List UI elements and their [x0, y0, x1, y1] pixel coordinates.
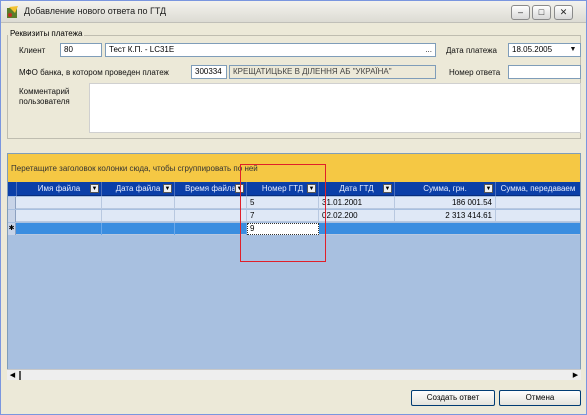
row-indicator[interactable] — [8, 197, 16, 209]
scroll-thumb[interactable] — [19, 371, 21, 380]
column-header-label: Имя файла — [37, 184, 81, 193]
minimize-button[interactable]: – — [511, 5, 530, 20]
column-header-file-date[interactable]: Дата файла ▼ — [102, 182, 175, 196]
scroll-left-icon[interactable]: ◀ — [7, 370, 18, 381]
row-indicator[interactable] — [8, 210, 16, 222]
cell-file-time[interactable] — [175, 210, 247, 222]
column-header-sum-transferred[interactable]: Сумма, передаваем — [496, 182, 580, 196]
app-icon — [7, 6, 18, 18]
cell-sum[interactable]: 186 001.54 — [395, 197, 496, 209]
cell-file-date[interactable] — [102, 210, 175, 222]
bank-label: МФО банка, в котором проведен платеж — [19, 68, 169, 77]
client-name-field[interactable]: Тест К.П. - LC31E ... — [105, 43, 436, 57]
highlight-box — [240, 164, 326, 262]
bank-name-field: КРЕЩАТИЦЬКЕ В ДІЛЕННЯ АБ "УКРАЇНА" — [229, 65, 436, 79]
column-header-gtd-date[interactable]: Дата ГТД ▼ — [319, 182, 395, 196]
cell-sum-transferred[interactable] — [496, 197, 580, 209]
header-indicator — [8, 182, 17, 196]
filter-icon[interactable]: ▼ — [383, 184, 392, 193]
client-label: Клиент — [19, 46, 46, 55]
maximize-button[interactable]: □ — [532, 5, 551, 20]
scroll-right-icon[interactable]: ▶ — [570, 370, 581, 381]
client-lookup-button[interactable]: ... — [425, 44, 432, 56]
cell-file-time[interactable] — [175, 197, 247, 209]
cell-file-name[interactable] — [17, 210, 102, 222]
comment-textarea[interactable] — [89, 83, 581, 133]
column-header-label: Дата ГТД — [339, 184, 374, 193]
title-bar: Добавление нового ответа по ГТД – □ ✕ — [1, 1, 586, 23]
payment-date-field[interactable]: 18.05.2005 ▼ — [508, 43, 581, 57]
filter-icon[interactable]: ▼ — [90, 184, 99, 193]
cell-sum-transferred[interactable] — [496, 210, 580, 222]
column-header-file-time[interactable]: Время файла ▼ — [175, 182, 247, 196]
horizontal-scrollbar[interactable]: ◀ ▶ — [7, 369, 581, 380]
column-header-label: Сумма, передаваем — [500, 184, 576, 193]
window-title: Добавление нового ответа по ГТД — [24, 6, 167, 16]
cancel-button[interactable]: Отмена — [499, 390, 581, 406]
client-code-field[interactable]: 80 — [60, 43, 102, 57]
column-header-label: Время файла — [185, 184, 236, 193]
cell-gtd-date[interactable]: 31.01.2001 — [319, 197, 395, 209]
cell-file-name[interactable] — [17, 223, 102, 235]
create-answer-button[interactable]: Создать ответ — [411, 390, 495, 406]
column-header-sum[interactable]: Сумма, грн. ▼ — [395, 182, 496, 196]
column-header-label: Сумма, грн. — [423, 184, 467, 193]
close-button[interactable]: ✕ — [554, 5, 573, 20]
client-name-text: Тест К.П. - LC31E — [109, 45, 175, 54]
payment-requisites-title: Реквизиты платежа — [8, 29, 85, 38]
cell-file-time[interactable] — [175, 223, 247, 235]
filter-icon[interactable]: ▼ — [484, 184, 493, 193]
cell-file-name[interactable] — [17, 197, 102, 209]
group-by-hint: Перетащите заголовок колонки сюда, чтобы… — [11, 164, 258, 173]
cell-gtd-date[interactable]: 02.02.200 — [319, 210, 395, 222]
highlight-box-bottom — [240, 261, 326, 262]
dialog-window: Добавление нового ответа по ГТД – □ ✕ Ре… — [0, 0, 587, 415]
filter-icon[interactable]: ▼ — [163, 184, 172, 193]
cell-sum[interactable]: 2 313 414.61 — [395, 210, 496, 222]
comment-label: Комментарий пользователя — [19, 87, 70, 106]
bank-mfo-field[interactable]: 300334 — [191, 65, 227, 79]
payment-date-label: Дата платежа — [446, 46, 497, 55]
payment-date-text: 18.05.2005 — [512, 45, 553, 54]
answer-number-label: Номер ответа — [449, 68, 501, 77]
answer-number-field[interactable] — [508, 65, 581, 79]
column-header-label: Дата файла — [115, 184, 161, 193]
cell-file-date[interactable] — [102, 197, 175, 209]
chevron-down-icon[interactable]: ▼ — [568, 45, 578, 55]
column-header-file-name[interactable]: Имя файла ▼ — [17, 182, 102, 196]
new-row-indicator[interactable]: ✱ — [8, 223, 16, 235]
cell-file-date[interactable] — [102, 223, 175, 235]
